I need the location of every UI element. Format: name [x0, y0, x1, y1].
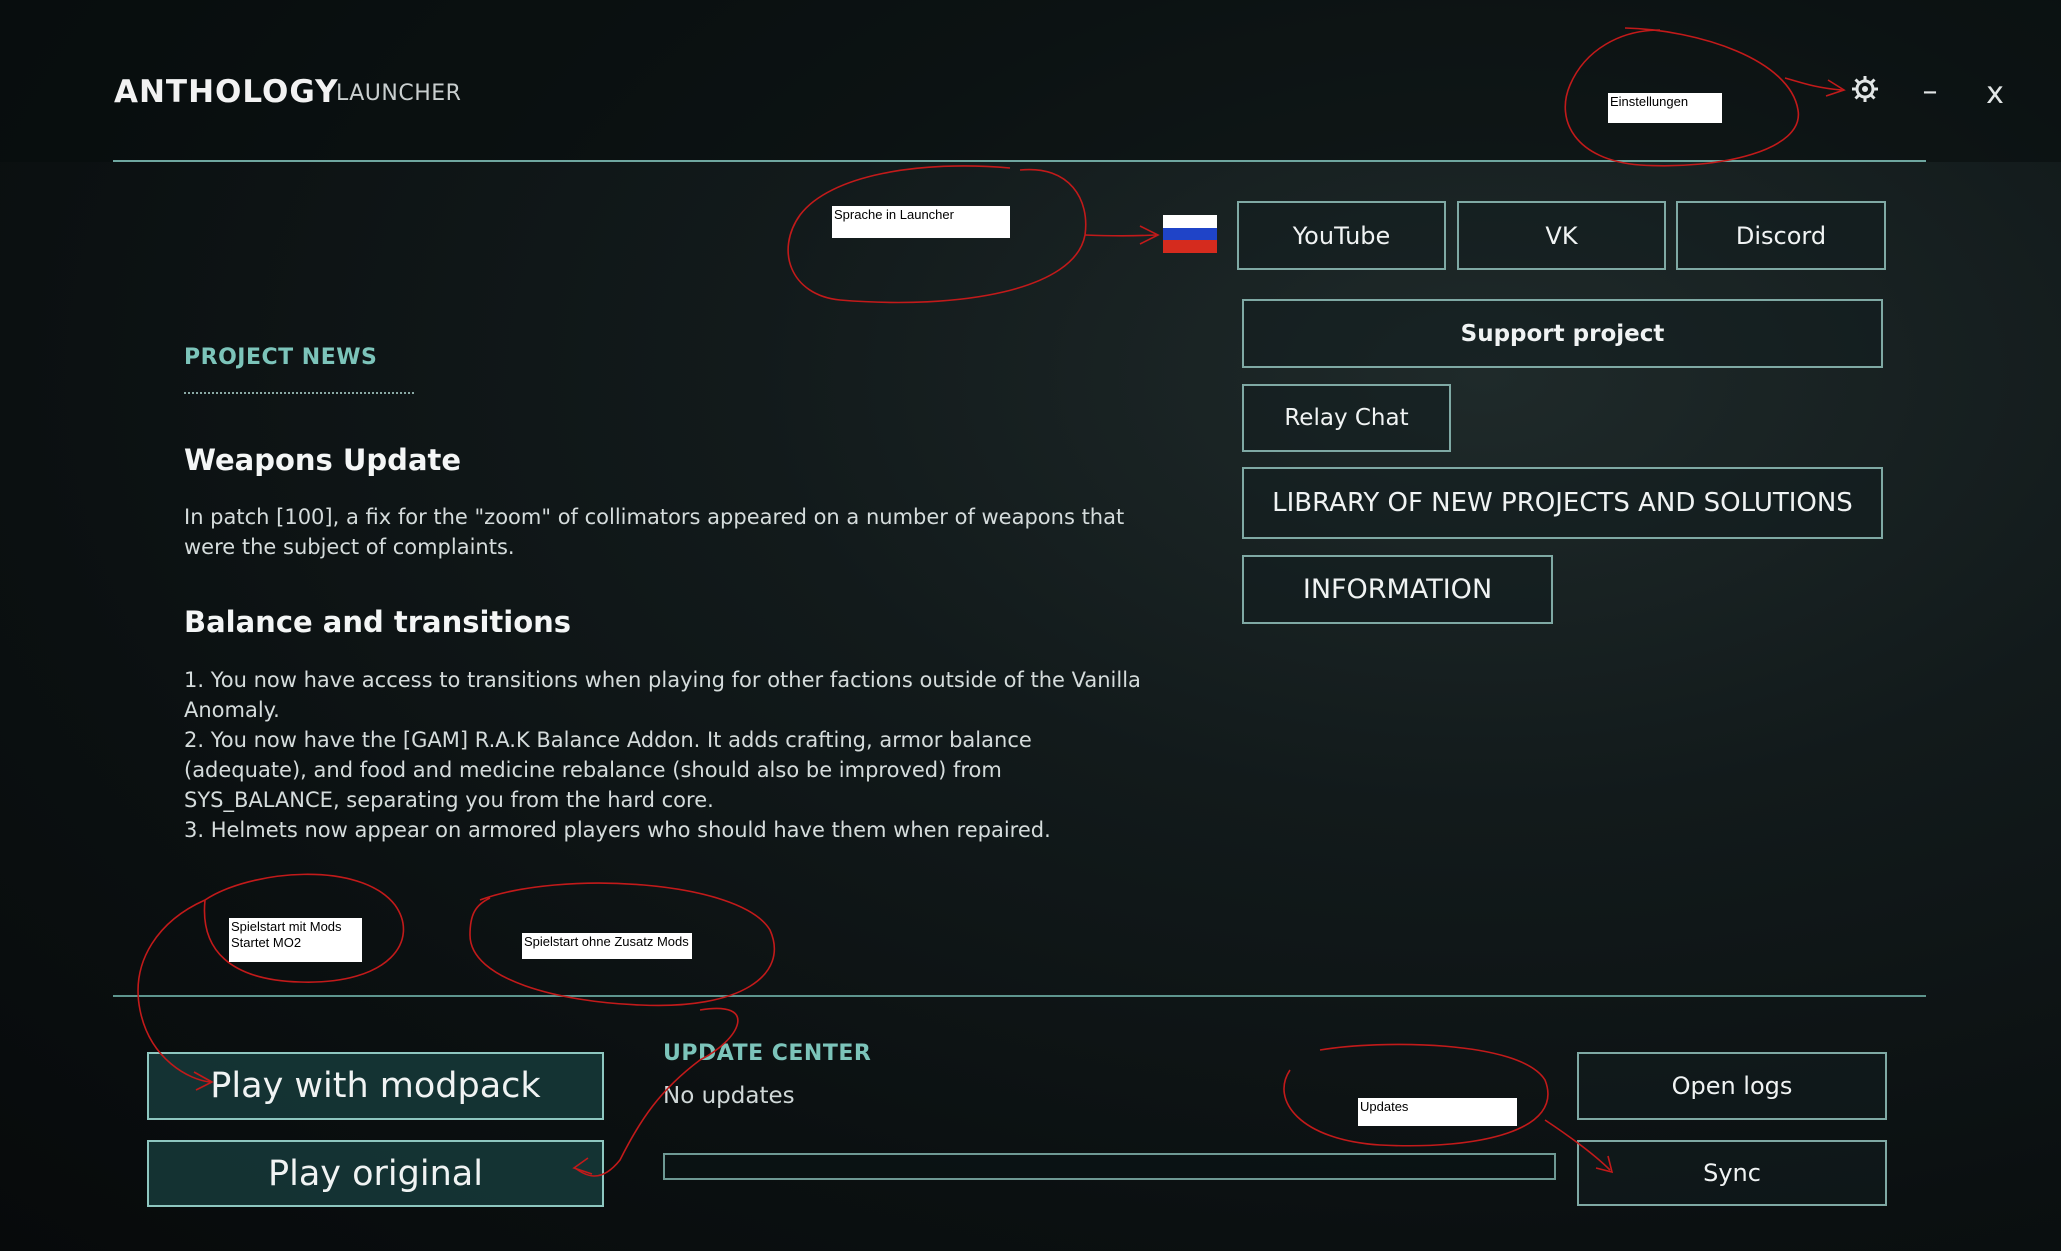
close-button[interactable]: x: [1975, 74, 2015, 114]
library-button[interactable]: LIBRARY OF NEW PROJECTS AND SOLUTIONS: [1242, 467, 1883, 539]
information-button[interactable]: INFORMATION: [1242, 555, 1553, 624]
footer-divider: [113, 995, 1926, 997]
support-project-button[interactable]: Support project: [1242, 299, 1883, 368]
play-original-button[interactable]: Play original: [147, 1140, 604, 1207]
open-logs-button[interactable]: Open logs: [1577, 1052, 1887, 1120]
app-title: ANTHOLOGY: [114, 74, 339, 110]
minimize-button[interactable]: –: [1910, 72, 1950, 112]
play-with-modpack-button[interactable]: Play with modpack: [147, 1052, 604, 1120]
app-subtitle: LAUNCHER: [336, 81, 462, 106]
annotation-play-original-label: Spielstart ohne Zusatz Mods: [522, 933, 692, 959]
gear-icon[interactable]: [1845, 74, 1885, 114]
update-status: No updates: [663, 1083, 795, 1109]
news-heading-underline: [184, 392, 414, 394]
vk-button[interactable]: VK: [1457, 201, 1666, 270]
update-center-heading: UPDATE CENTER: [663, 1041, 872, 1066]
annotation-language-label: Sprache in Launcher: [832, 206, 1010, 238]
news-title: Weapons Update: [184, 443, 462, 477]
update-progress-bar: [663, 1153, 1556, 1180]
russian-flag-icon[interactable]: [1163, 215, 1217, 253]
news-body: 1. You now have access to transitions wh…: [184, 668, 1141, 842]
sync-button[interactable]: Sync: [1577, 1140, 1887, 1206]
annotation-updates-label: Updates: [1358, 1098, 1517, 1126]
news-body: In patch [100], a fix for the "zoom" of …: [184, 505, 1125, 559]
news-title: Balance and transitions: [184, 605, 572, 639]
header-divider: [113, 160, 1926, 162]
relay-chat-button[interactable]: Relay Chat: [1242, 384, 1451, 452]
project-news-heading: PROJECT NEWS: [184, 345, 378, 370]
annotation-play-mods-label: Spielstart mit Mods Startet MO2: [229, 918, 362, 962]
annotation-settings-label: Einstellungen: [1608, 93, 1722, 123]
discord-button[interactable]: Discord: [1676, 201, 1886, 270]
youtube-button[interactable]: YouTube: [1237, 201, 1446, 270]
